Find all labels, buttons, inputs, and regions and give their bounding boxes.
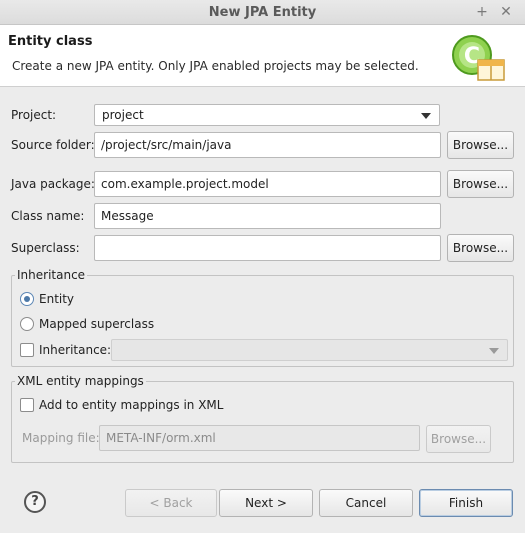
entity-radio-label[interactable]: Entity [39, 292, 74, 306]
xml-mappings-group-title: XML entity mappings [15, 374, 146, 388]
maximize-icon[interactable]: + [473, 3, 491, 21]
wizard-header: Entity class Create a new JPA entity. On… [0, 25, 525, 87]
mapped-superclass-radio[interactable] [20, 317, 34, 331]
add-to-xml-checkbox[interactable] [20, 398, 34, 412]
class-name-label: Class name: [11, 209, 85, 223]
new-class-wizard-icon: C [452, 35, 505, 81]
java-package-label: Java package: [11, 177, 95, 191]
source-folder-label: Source folder: [11, 138, 95, 152]
mapping-file-label: Mapping file: [22, 431, 100, 445]
project-combo-value: project [102, 108, 144, 122]
entity-radio[interactable] [20, 292, 34, 306]
chevron-down-icon [421, 113, 431, 119]
inheritance-group-title: Inheritance [15, 268, 88, 282]
source-folder-input[interactable]: /project/src/main/java [94, 132, 441, 158]
java-package-input[interactable]: com.example.project.model [94, 171, 441, 197]
superclass-label: Superclass: [11, 241, 80, 255]
inheritance-checkbox-label[interactable]: Inheritance: [39, 343, 111, 357]
page-description: Create a new JPA entity. Only JPA enable… [12, 59, 419, 73]
source-folder-browse-button[interactable]: Browse... [447, 131, 514, 159]
finish-button[interactable]: Finish [419, 489, 513, 517]
class-name-input[interactable]: Message [94, 203, 441, 229]
close-icon[interactable]: ✕ [497, 3, 515, 21]
inheritance-checkbox[interactable] [20, 343, 34, 357]
next-button[interactable]: Next > [219, 489, 313, 517]
help-icon[interactable]: ? [24, 491, 46, 513]
mapping-file-input: META-INF/orm.xml [99, 425, 420, 451]
superclass-input[interactable] [94, 235, 441, 261]
back-button: < Back [125, 489, 217, 517]
inheritance-strategy-combo [111, 339, 508, 361]
mapped-superclass-radio-label[interactable]: Mapped superclass [39, 317, 154, 331]
superclass-browse-button[interactable]: Browse... [447, 234, 514, 262]
cancel-button[interactable]: Cancel [319, 489, 413, 517]
java-package-browse-button[interactable]: Browse... [447, 170, 514, 198]
project-label: Project: [11, 108, 57, 122]
mapping-file-browse-button: Browse... [426, 425, 491, 453]
window-title: New JPA Entity [208, 5, 317, 20]
title-bar: New JPA Entity + ✕ [0, 0, 525, 25]
page-title: Entity class [8, 34, 93, 49]
chevron-down-icon [489, 348, 499, 354]
add-to-xml-checkbox-label[interactable]: Add to entity mappings in XML [39, 398, 223, 412]
project-combo[interactable]: project [94, 104, 440, 126]
